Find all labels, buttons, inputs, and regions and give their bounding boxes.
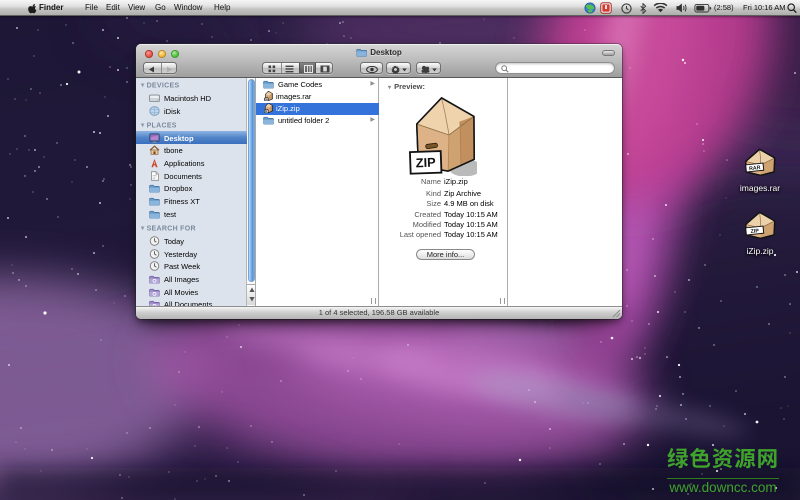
svg-text:RAR: RAR — [748, 165, 760, 172]
svg-text:ZIP: ZIP — [750, 228, 759, 235]
svg-text:ZIP: ZIP — [415, 155, 436, 171]
